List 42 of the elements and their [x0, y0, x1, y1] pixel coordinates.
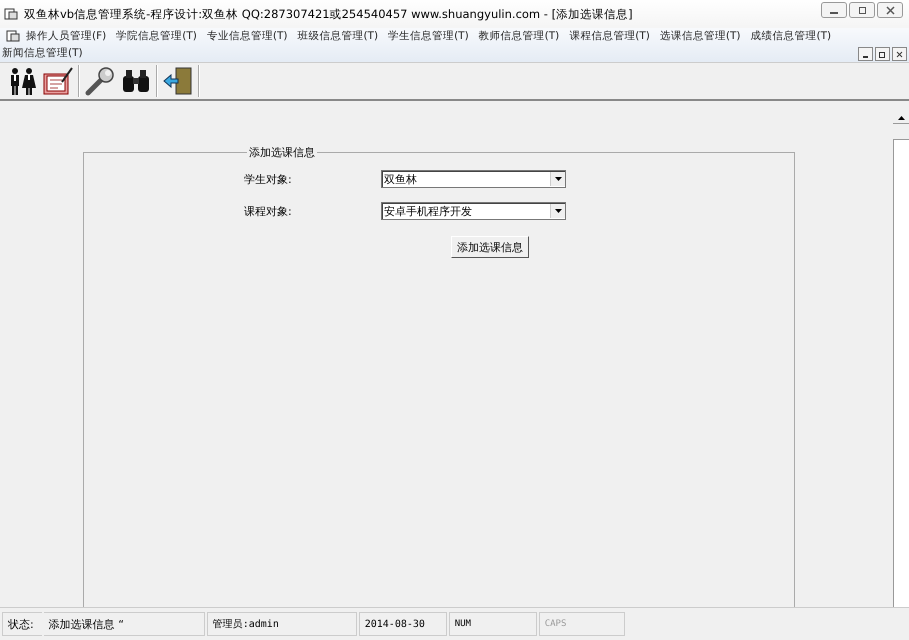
status-panel: CAPS	[538, 612, 625, 636]
status-panel: 状态:	[2, 612, 42, 636]
minimize-button[interactable]	[858, 47, 873, 61]
status-panel: 2014-08-30	[358, 612, 447, 636]
close-icon	[886, 6, 894, 14]
menu-item[interactable]: 专业信息管理(T)	[206, 29, 288, 44]
menu-item[interactable]: 班级信息管理(T)	[297, 29, 378, 44]
group-title: 添加选课信息	[248, 145, 316, 160]
menu-item[interactable]: 新闻信息管理(T)	[2, 46, 83, 61]
dropdown[interactable]: 双鱼林	[381, 170, 566, 188]
field-label: 学生对象:	[244, 172, 293, 186]
app-icon	[4, 7, 18, 21]
restore-icon	[879, 50, 886, 58]
menu-item[interactable]: 操作人员管理(F)	[26, 29, 106, 44]
menu-item[interactable]: 学院信息管理(T)	[116, 29, 197, 44]
window-title: 双鱼林vb信息管理系统-程序设计:双鱼林 QQ:287307421或254540457 www.shuangyulin.com - [添加选课信息]	[24, 6, 634, 22]
restore-button[interactable]	[875, 47, 890, 61]
notebook-icon[interactable]	[42, 66, 74, 96]
field-label: 课程对象:	[244, 204, 293, 218]
minimize-icon	[863, 56, 868, 58]
dropdown[interactable]: 安卓手机程序开发	[381, 202, 566, 220]
restore-button[interactable]	[849, 2, 875, 18]
status-panel: 添加选课信息 “	[44, 612, 205, 636]
document-icon	[6, 29, 20, 43]
minimize-button[interactable]	[821, 2, 847, 18]
close-button[interactable]	[877, 2, 903, 18]
minimize-icon	[830, 12, 838, 14]
status-panel: NUM	[448, 612, 537, 636]
exit-door-icon[interactable]	[162, 66, 194, 96]
status-panel: 管理员:admin	[206, 612, 357, 636]
close-icon	[896, 50, 903, 58]
menu-item[interactable]: 课程信息管理(T)	[569, 29, 650, 44]
up-arrow-icon	[898, 116, 904, 120]
menu-item[interactable]: 成绩信息管理(T)	[750, 29, 832, 44]
caret-icon	[554, 177, 562, 181]
menu-item[interactable]: 学生信息管理(T)	[388, 29, 469, 44]
menu-item[interactable]: 选课信息管理(T)	[660, 29, 740, 44]
restore-icon	[858, 6, 866, 14]
add-button[interactable]: 添加选课信息	[451, 236, 529, 258]
menu-item[interactable]: 教师信息管理(T)	[478, 29, 560, 44]
close-button[interactable]	[892, 47, 907, 61]
caret-icon	[554, 209, 562, 213]
